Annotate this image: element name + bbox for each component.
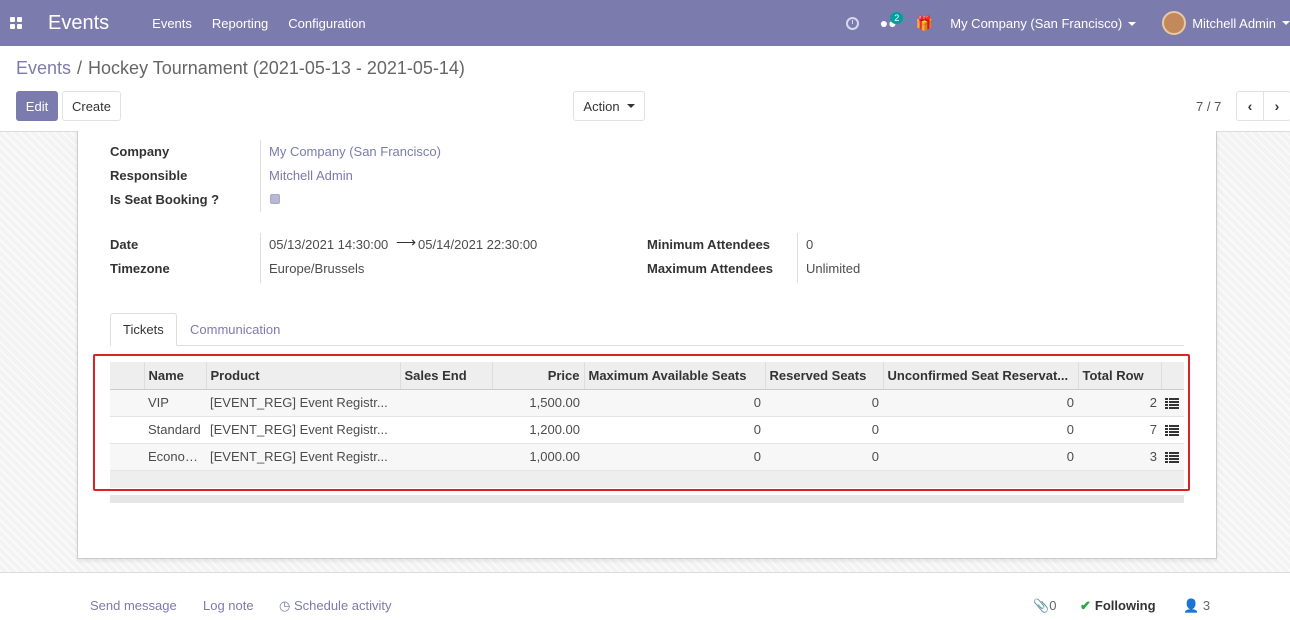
check-icon: ✔ [1080,598,1091,613]
table-scrollbar[interactable] [110,495,1184,503]
app-title[interactable]: Events [48,12,109,35]
caret-down-icon [1128,22,1137,27]
date-start-value: 05/13/2021 14:30:00 [269,237,389,252]
paperclip-icon: 📎 [1033,598,1050,613]
messaging-icon[interactable]: ●● 2 [870,0,906,46]
chevron-right-icon: › [1274,98,1280,114]
pager-value[interactable]: 7 / 7 [1196,99,1221,114]
tab-tickets[interactable]: Tickets [110,313,177,346]
responsible-label: Responsible [110,168,188,183]
schedule-activity-label: Schedule activity [293,598,392,613]
chevron-left-icon: ‹ [1247,98,1253,114]
arrow-right-icon: ⟶ [396,234,417,250]
menu-item-events[interactable]: Events [142,16,202,31]
pager-next-button[interactable]: › [1263,91,1290,121]
user-icon: 👤 [1183,598,1203,613]
caret-down-icon [1282,21,1290,25]
attachments-button[interactable]: 📎0 [1033,598,1056,614]
seat-booking-checkbox[interactable] [270,194,280,204]
seat-booking-label: Is Seat Booking ? [110,192,220,207]
breadcrumb-current: Hockey Tournament (2021-05-13 - 2021-05-… [88,58,465,78]
field-divider [260,140,261,212]
activity-clock-icon[interactable] [834,0,870,46]
log-note-button[interactable]: Log note [203,598,254,613]
action-label: Action [583,98,620,114]
user-menu[interactable]: Mitchell Admin [1146,11,1290,35]
company-switcher[interactable]: My Company (San Francisco) [942,16,1146,31]
company-switcher-label: My Company (San Francisco) [950,15,1123,31]
chatter-divider [0,572,1290,573]
create-button[interactable]: Create [62,91,121,121]
breadcrumb: Events / Hockey Tournament (2021-05-13 - 2… [16,58,465,79]
followers-button[interactable]: 👤 3 [1183,598,1210,614]
responsible-value-link[interactable]: Mitchell Admin [269,168,353,183]
following-button[interactable]: ✔ Following [1080,598,1156,614]
gift-icon[interactable]: 🎁 [906,0,942,46]
field-divider [797,233,798,283]
following-label: Following [1094,598,1156,613]
messages-badge: 2 [890,12,904,24]
date-end-value: 05/14/2021 22:30:00 [418,237,538,252]
tab-communication[interactable]: Communication [178,313,292,346]
breadcrumb-separator: / [77,58,83,78]
menu-item-reporting[interactable]: Reporting [202,16,278,31]
edit-button[interactable]: Edit [16,91,58,121]
schedule-activity-button[interactable]: ◷ Schedule activity [279,598,392,614]
top-navbar: Events Events Reporting Configuration ●●… [0,0,1290,46]
followers-count: 3 [1202,598,1211,613]
menu-item-configuration[interactable]: Configuration [278,16,375,31]
attachments-count: 0 [1049,598,1057,613]
main-menu: Events Reporting Configuration [142,16,375,31]
user-name: Mitchell Admin [1192,15,1276,31]
max-attendees-label: Maximum Attendees [647,261,773,276]
date-label: Date [110,237,139,252]
action-dropdown-button[interactable]: Action [573,91,645,121]
min-attendees-label: Minimum Attendees [647,237,771,252]
systray: ●● 2 🎁 My Company (San Francisco) Mitche… [834,0,1290,46]
max-attendees-value: Unlimited [806,261,861,276]
pager-previous-button[interactable]: ‹ [1236,91,1264,121]
company-value-link[interactable]: My Company (San Francisco) [269,144,441,159]
field-divider [260,233,261,283]
clock-icon: ◷ [279,598,294,613]
caret-down-icon [626,104,635,108]
timezone-value: Europe/Brussels [269,261,365,276]
apps-menu-icon[interactable] [0,0,32,46]
send-message-button[interactable]: Send message [90,598,177,613]
company-label: Company [110,144,170,159]
breadcrumb-events-link[interactable]: Events [16,58,71,78]
min-attendees-value: 0 [806,237,814,252]
avatar [1162,11,1187,35]
highlight-box [93,354,1190,491]
timezone-label: Timezone [110,261,170,276]
